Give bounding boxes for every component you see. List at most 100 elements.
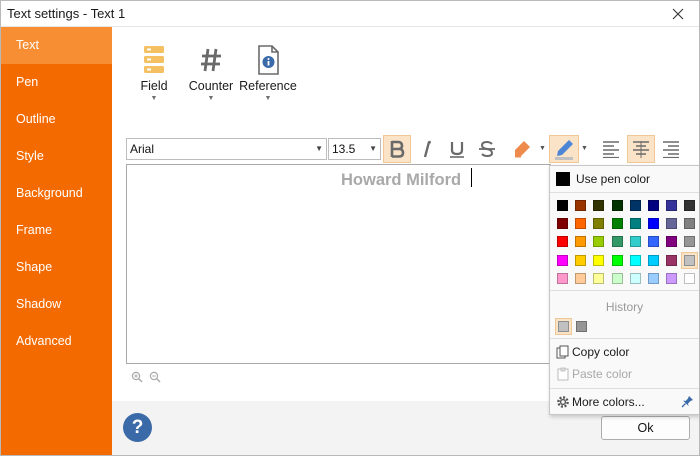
sidebar-item-pen[interactable]: Pen <box>1 64 112 101</box>
color-swatch[interactable] <box>557 236 568 248</box>
copy-icon <box>556 345 569 359</box>
align-left-icon <box>603 141 619 158</box>
color-swatch[interactable] <box>629 218 641 230</box>
ok-button[interactable]: Ok <box>601 416 690 440</box>
history-swatch[interactable] <box>576 321 587 332</box>
font-size-value: 13.5 <box>332 142 356 156</box>
color-swatch[interactable] <box>611 236 623 248</box>
pen-color-swatch <box>556 172 570 186</box>
paste-color-label: Paste color <box>572 367 633 381</box>
color-swatch[interactable] <box>629 272 641 284</box>
separator <box>550 338 699 339</box>
align-left-button[interactable] <box>597 135 625 163</box>
align-right-button[interactable] <box>657 135 685 163</box>
chevron-down-icon: ▼ <box>264 95 272 102</box>
color-swatch[interactable] <box>629 200 641 211</box>
sidebar-item-outline[interactable]: Outline <box>1 101 112 138</box>
highlight-color-button[interactable] <box>509 135 537 163</box>
color-swatch[interactable] <box>575 200 587 211</box>
pen-icon <box>555 140 573 160</box>
color-swatch[interactable] <box>666 236 678 248</box>
italic-button[interactable] <box>413 135 441 163</box>
color-swatch[interactable] <box>666 272 678 284</box>
color-swatch[interactable] <box>648 272 659 284</box>
document-info-icon <box>258 45 279 75</box>
color-swatch[interactable] <box>575 272 587 284</box>
color-swatch[interactable] <box>611 254 623 266</box>
color-swatch[interactable] <box>611 218 623 230</box>
sidebar-item-frame[interactable]: Frame <box>1 212 112 249</box>
history-swatch[interactable] <box>558 321 569 332</box>
font-size-select[interactable]: 13.5 ▼ <box>328 138 381 160</box>
underline-button[interactable] <box>443 135 471 163</box>
color-swatch[interactable] <box>593 200 605 211</box>
strikethrough-button[interactable] <box>473 135 501 163</box>
more-colors-item[interactable]: More colors... <box>556 394 693 412</box>
color-swatch[interactable] <box>593 218 605 230</box>
color-swatch[interactable] <box>557 254 568 266</box>
insert-reference-button[interactable]: Reference ▼ <box>239 45 297 102</box>
sidebar-item-style[interactable]: Style <box>1 138 112 175</box>
color-swatch[interactable] <box>684 272 696 284</box>
text-settings-window: Text settings - Text 1 Text Pen Outline … <box>0 0 700 456</box>
text-cursor <box>471 168 472 187</box>
chevron-down-icon[interactable]: ▼ <box>581 145 588 152</box>
color-swatch[interactable] <box>684 218 696 230</box>
chevron-down-icon: ▼ <box>207 95 215 102</box>
color-swatch[interactable] <box>648 200 659 211</box>
help-button[interactable]: ? <box>123 413 152 442</box>
sidebar-item-shadow[interactable]: Shadow <box>1 286 112 323</box>
color-swatch[interactable] <box>557 272 568 284</box>
font-family-select[interactable]: Arial ▼ <box>126 138 327 160</box>
editor-text: Howard Milford <box>341 171 462 189</box>
color-swatch[interactable] <box>593 236 605 248</box>
align-center-button[interactable] <box>627 135 655 163</box>
pin-icon[interactable] <box>681 395 694 408</box>
separator <box>550 192 699 193</box>
zoom-in-icon[interactable] <box>131 371 143 383</box>
text-color-button[interactable] <box>549 135 579 163</box>
close-button[interactable] <box>661 1 695 27</box>
sidebar-item-advanced[interactable]: Advanced <box>1 323 112 360</box>
reference-label: Reference <box>239 79 297 93</box>
color-swatch[interactable] <box>666 218 678 230</box>
color-swatch[interactable] <box>575 236 587 248</box>
color-swatch[interactable] <box>611 272 623 284</box>
align-right-icon <box>663 141 679 158</box>
italic-icon <box>423 140 431 158</box>
color-swatch[interactable] <box>575 254 587 266</box>
more-colors-label: More colors... <box>572 395 645 409</box>
close-icon <box>672 8 684 20</box>
color-swatch[interactable] <box>648 254 659 266</box>
align-center-icon <box>633 141 649 158</box>
chevron-down-icon: ▼ <box>315 144 323 153</box>
color-swatch[interactable] <box>593 272 605 284</box>
text-editor[interactable]: Howard Milford <box>126 164 551 364</box>
sidebar-item-shape[interactable]: Shape <box>1 249 112 286</box>
color-swatch[interactable] <box>575 218 587 230</box>
zoom-out-icon[interactable] <box>149 371 161 383</box>
color-swatch[interactable] <box>593 254 605 266</box>
color-swatch[interactable] <box>629 236 641 248</box>
chevron-down-icon[interactable]: ▼ <box>539 145 546 152</box>
strikethrough-icon <box>479 140 495 158</box>
color-swatch[interactable] <box>648 218 659 230</box>
color-swatch[interactable] <box>666 200 678 211</box>
color-swatch[interactable] <box>648 236 659 248</box>
color-swatch[interactable] <box>684 236 696 248</box>
gear-icon <box>557 396 569 408</box>
color-swatch[interactable] <box>611 200 623 211</box>
color-swatch[interactable] <box>557 200 568 211</box>
color-swatch[interactable] <box>557 218 568 230</box>
color-swatch[interactable] <box>666 254 678 266</box>
color-swatch[interactable] <box>629 254 641 266</box>
insert-field-button[interactable]: Field ▼ <box>137 45 171 102</box>
color-swatch[interactable] <box>684 254 696 266</box>
underline-icon <box>450 142 464 158</box>
sidebar-item-text[interactable]: Text <box>1 27 112 64</box>
insert-counter-button[interactable]: Counter ▼ <box>188 45 234 102</box>
color-swatch[interactable] <box>684 200 696 211</box>
separator <box>550 290 699 291</box>
bold-button[interactable] <box>383 135 411 163</box>
sidebar-item-background[interactable]: Background <box>1 175 112 212</box>
